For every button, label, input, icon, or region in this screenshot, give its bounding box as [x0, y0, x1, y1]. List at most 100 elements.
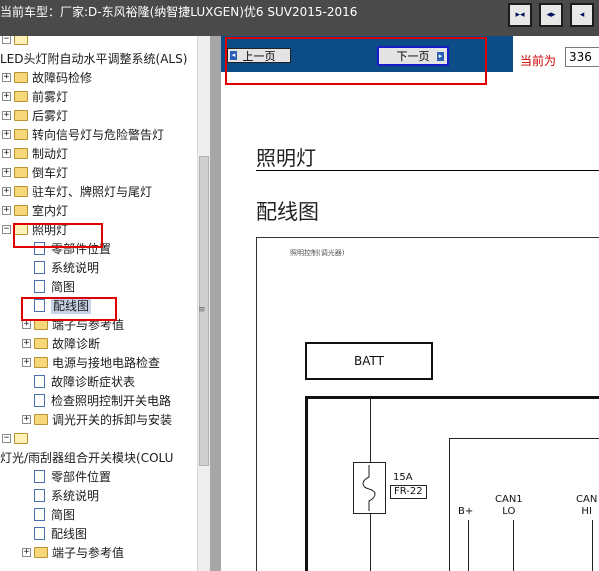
collapse-icon[interactable]: −	[2, 225, 11, 234]
tree-item-label: 简图	[51, 508, 76, 522]
tree-item-label: 端子与参考值	[52, 546, 125, 560]
tree-item-label: 系统说明	[51, 489, 100, 503]
tree-folder-item[interactable]: + 倒车灯	[2, 163, 68, 182]
expand-icon[interactable]: +	[2, 187, 11, 196]
expand-icon[interactable]: +	[2, 168, 11, 177]
folder-icon	[14, 110, 28, 121]
tree-doc-item[interactable]: 检查照明控制开关电路	[34, 391, 171, 410]
tree-folder-item[interactable]: −	[2, 36, 32, 49]
expand-icon[interactable]: +	[2, 206, 11, 215]
tree-doc-item[interactable]: 配线图	[34, 524, 87, 543]
pin-can-hi-label: CAN HI	[576, 494, 598, 517]
panel-splitter[interactable]	[210, 36, 221, 571]
current-page-field[interactable]: 336	[565, 47, 599, 67]
expand-icon[interactable]: +	[2, 73, 11, 82]
fuse-rating: 15A	[393, 472, 413, 483]
expand-icon[interactable]: +	[2, 149, 11, 158]
tree-doc-item[interactable]: 简图	[34, 277, 75, 296]
document-subtitle: 配线图	[256, 200, 319, 224]
tree-item-label: 倒车灯	[32, 166, 69, 180]
fuse-wire-top	[370, 399, 371, 462]
title-bar: 当前车型：厂家:D-东风裕隆(纳智捷LUXGEN)优6 SUV2015-2016…	[0, 0, 599, 36]
collapse-icon[interactable]: −	[2, 36, 11, 44]
document-icon	[34, 470, 45, 483]
tree-item-label: 后雾灯	[32, 109, 69, 123]
folder-open-icon	[14, 433, 28, 444]
document-icon	[34, 527, 45, 540]
tree-doc-item[interactable]: 简图	[34, 505, 75, 524]
collapse-icon[interactable]: −	[2, 434, 11, 443]
expand-icon[interactable]: +	[22, 415, 31, 424]
document-icon	[34, 508, 45, 521]
tree-folder-item[interactable]: 灯光/雨刮器组合开关模块(COLU	[0, 448, 173, 467]
tree-folder-item[interactable]: + 故障码检修	[2, 68, 92, 87]
tree-highlight-lighting	[13, 223, 103, 248]
expand-icon[interactable]: +	[22, 339, 31, 348]
fuse-symbol	[353, 462, 386, 514]
maximize-icon: ◂	[579, 9, 585, 20]
pin-bplus-wire	[468, 520, 469, 571]
document-icon	[34, 489, 45, 502]
folder-icon	[14, 91, 28, 102]
expand-icon[interactable]: +	[2, 111, 11, 120]
power-bus-vertical	[305, 396, 308, 571]
tree-folder-item[interactable]: + 后雾灯	[2, 106, 68, 125]
expand-icon[interactable]: +	[22, 548, 31, 557]
tree-item-label: 驻车灯、牌照灯与尾灯	[32, 185, 153, 199]
folder-open-icon	[14, 36, 28, 45]
tree-item-label: 零部件位置	[51, 470, 112, 484]
expand-tree-button[interactable]: ◂▸	[539, 3, 563, 27]
document-icon	[34, 261, 45, 274]
tree-folder-item[interactable]: + 端子与参考值	[22, 543, 124, 562]
battery-box: BATT	[305, 342, 433, 380]
tree-doc-item[interactable]: 故障诊断症状表	[34, 372, 135, 391]
folder-icon	[34, 547, 48, 558]
tree-scrollbar[interactable]	[197, 36, 210, 571]
tree-item-label: 前雾灯	[32, 90, 69, 104]
tree-item-label: 检查照明控制开关电路	[51, 394, 172, 408]
tree-folder-item[interactable]: −	[2, 429, 32, 448]
tree-folder-item[interactable]: LED头灯附自动水平调整系统(ALS)	[0, 49, 187, 68]
tree-doc-item[interactable]: 系统说明	[34, 486, 99, 505]
current-page-label: 当前为	[520, 54, 557, 68]
folder-icon	[34, 338, 48, 349]
power-bus-horizontal	[305, 396, 599, 399]
expand-icon[interactable]: +	[2, 130, 11, 139]
expand-icon[interactable]: +	[22, 320, 31, 329]
folder-icon	[14, 167, 28, 178]
tree-folder-item[interactable]: + 转向信号灯与危险警告灯	[2, 125, 164, 144]
expand-icon[interactable]: +	[22, 358, 31, 367]
tree-doc-item[interactable]: 系统说明	[34, 258, 99, 277]
tree-item-label: 制动灯	[32, 147, 69, 161]
folder-icon	[14, 72, 28, 83]
tree-doc-item[interactable]: 零部件位置	[34, 467, 111, 486]
tree-folder-item[interactable]: + 前雾灯	[2, 87, 68, 106]
tree-folder-item[interactable]: + 制动灯	[2, 144, 68, 163]
fuse-icon	[362, 465, 376, 511]
folder-icon	[14, 186, 28, 197]
tree-item-label: 调光开关的拆卸与安装	[52, 413, 173, 427]
folder-icon	[14, 205, 28, 216]
tree-folder-item[interactable]: + 调光开关的拆卸与安装	[22, 410, 172, 429]
folder-icon	[14, 148, 28, 159]
tree-item-label: 电源与接地电路检查	[52, 356, 161, 370]
scroll-grip-icon: ≡	[198, 305, 206, 315]
maximize-button[interactable]: ◂	[570, 3, 594, 27]
tree-item-label: LED头灯附自动水平调整系统(ALS)	[0, 52, 188, 66]
tree-item-label: 灯光/雨刮器组合开关模块(COLU	[0, 451, 174, 465]
section-title: 照明灯	[256, 146, 316, 170]
vehicle-info: 当前车型：厂家:D-东风裕隆(纳智捷LUXGEN)优6 SUV2015-2016	[0, 5, 358, 19]
tree-folder-item[interactable]: + 电源与接地电路检查	[22, 353, 160, 372]
collapse-tree-button[interactable]: ▸◂	[508, 3, 532, 27]
folder-icon	[34, 357, 48, 368]
tree-folder-item[interactable]: + 室内灯	[2, 201, 68, 220]
document-icon	[34, 394, 45, 407]
tree-folder-item[interactable]: + 驻车灯、牌照灯与尾灯	[2, 182, 152, 201]
collapse-tree-icon: ▸◂	[515, 9, 525, 20]
pin-can-hi-wire	[592, 520, 593, 571]
tree-folder-item[interactable]: + 故障诊断	[22, 334, 100, 353]
tree-item-label: 配线图	[51, 527, 88, 541]
pin-can1-lo-wire	[513, 520, 514, 571]
tree-item-label: 简图	[51, 280, 76, 294]
expand-icon[interactable]: +	[2, 92, 11, 101]
